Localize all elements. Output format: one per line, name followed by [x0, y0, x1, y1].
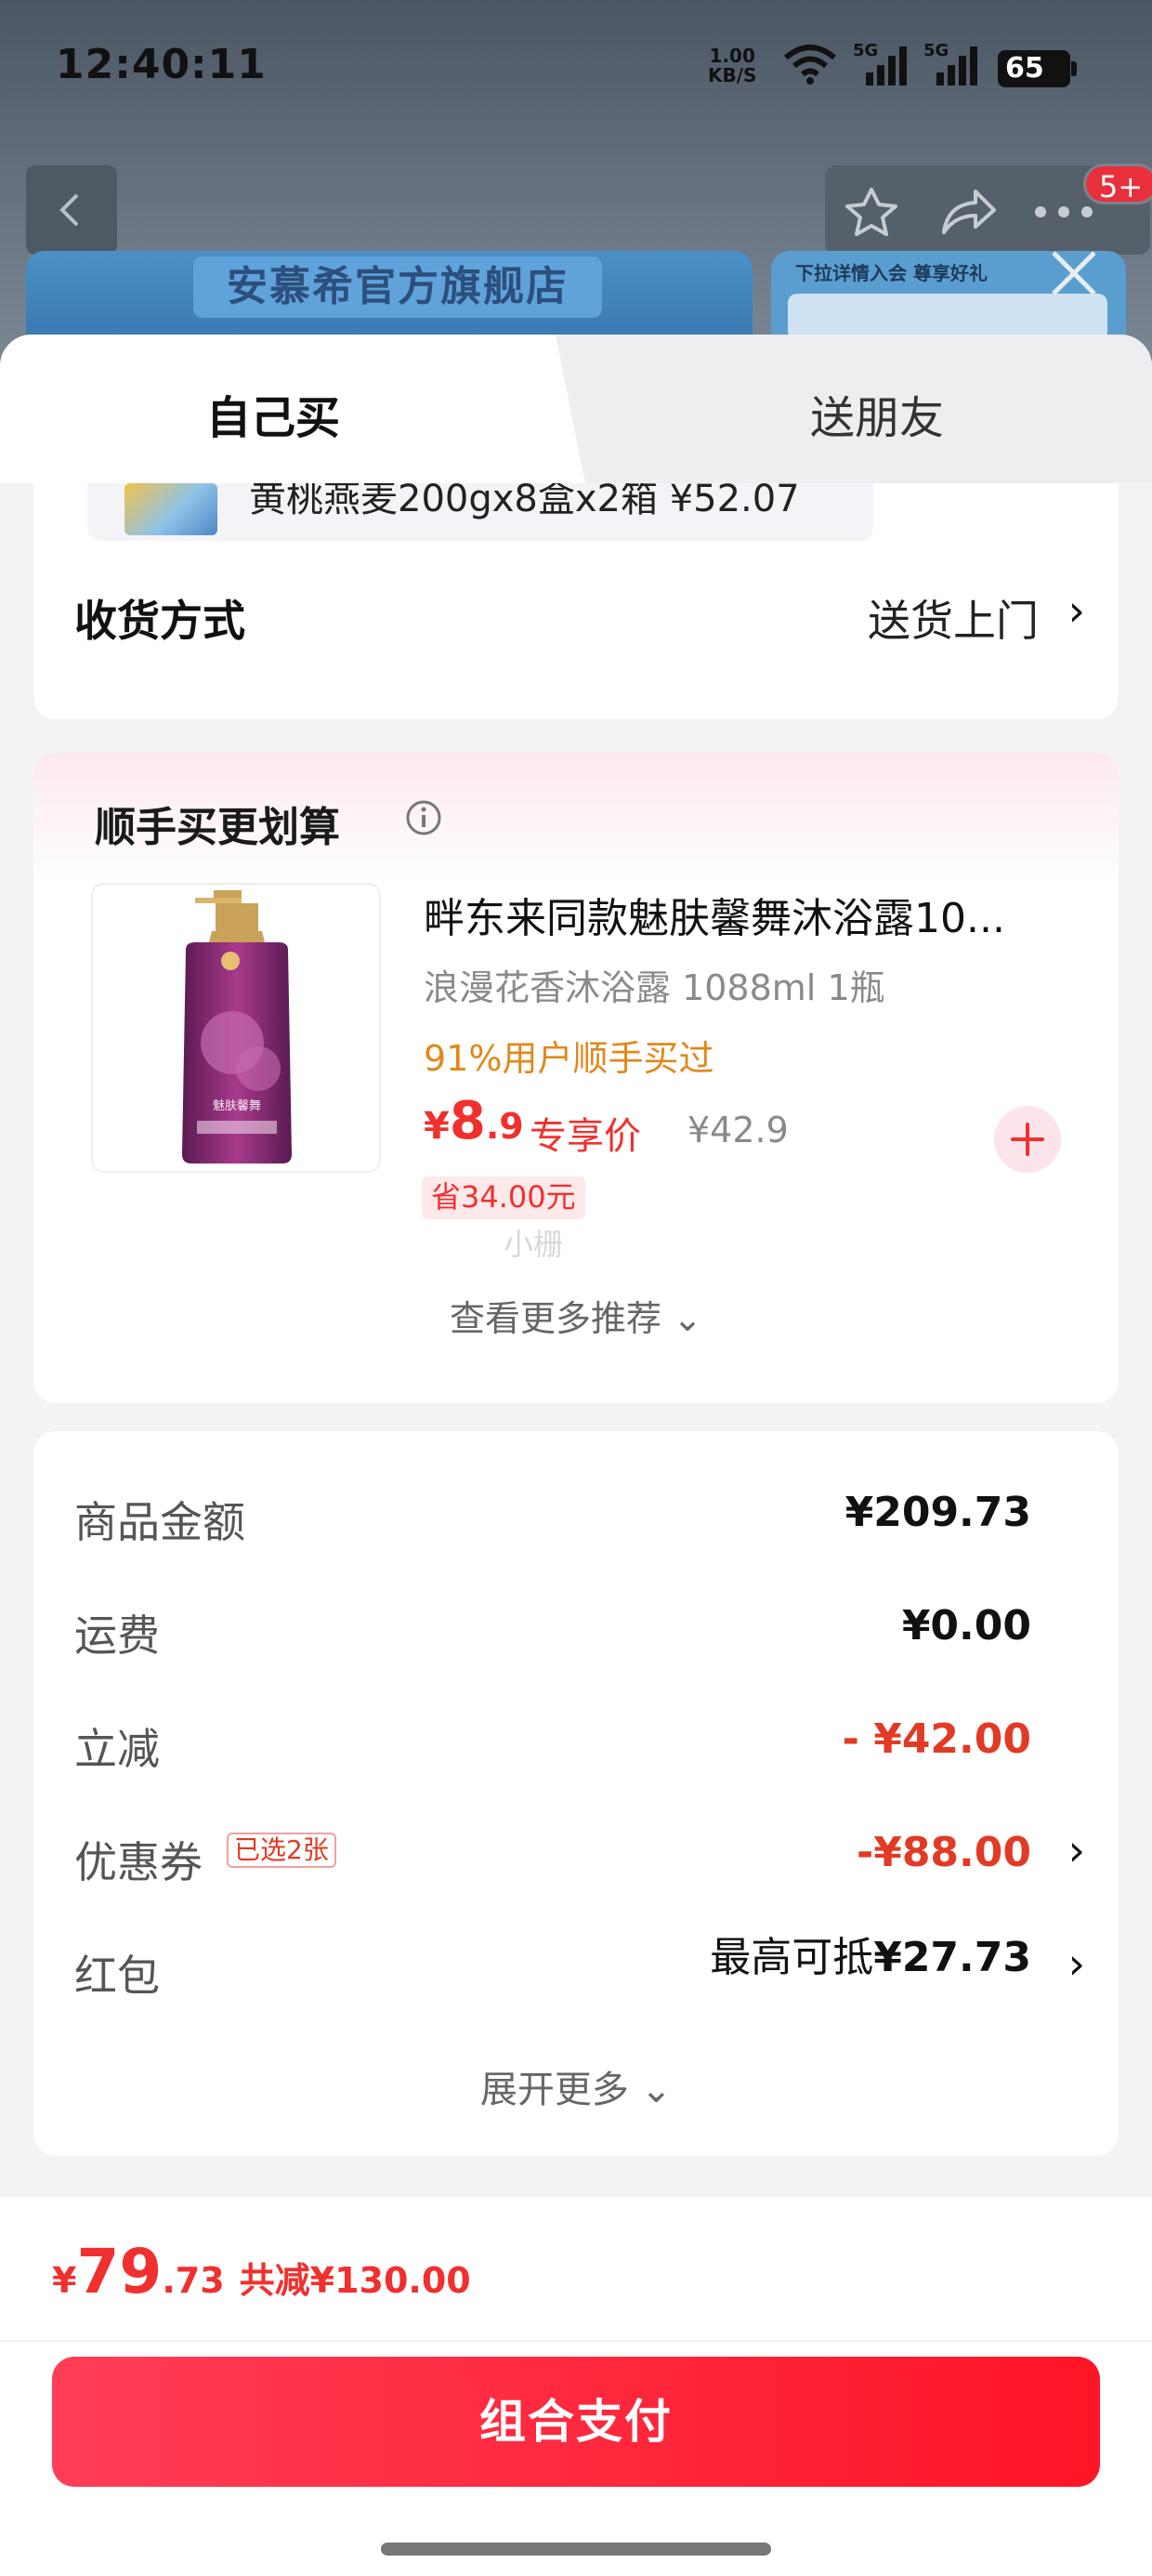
- chevron-down-icon: ⌄: [628, 2069, 673, 2111]
- addon-title: 顺手买更划算: [95, 804, 340, 851]
- battery-icon: 65: [998, 50, 1077, 87]
- share-icon[interactable]: [938, 186, 998, 238]
- shipping-label: 运费: [74, 1610, 160, 1661]
- instant-discount-label: 立减: [74, 1724, 160, 1774]
- addon-card: 顺手买更划算 魅肤馨舞 畔东来同款魅肤馨舞沐浴露10... 浪漫花香沐浴露 10…: [33, 753, 1119, 1403]
- red-packet-label: 红包: [74, 1951, 160, 2001]
- product-image[interactable]: 魅肤馨舞: [91, 883, 381, 1173]
- product-title[interactable]: 畔东来同款魅肤馨舞沐浴露10...: [424, 885, 1005, 944]
- wifi-icon: [784, 45, 836, 85]
- add-item-button[interactable]: [994, 1106, 1061, 1173]
- signal-5g-icon: 5G: [853, 41, 912, 87]
- savings-badge: 省34.00元: [422, 1176, 585, 1219]
- chevron-right-icon[interactable]: ›: [1068, 1825, 1085, 1875]
- home-indicator[interactable]: [381, 2543, 771, 2556]
- info-icon[interactable]: [405, 799, 442, 836]
- chevron-right-icon[interactable]: ›: [1068, 1939, 1085, 1989]
- status-time: 12:40:11: [56, 41, 267, 88]
- buyers-stat: 91%用户顺手买过: [424, 1038, 714, 1079]
- bodywash-bottle-image: 魅肤馨舞: [182, 890, 292, 1163]
- red-packet-value[interactable]: 最高可抵¥27.73: [710, 1924, 1031, 1983]
- delivery-method[interactable]: 送货上门: [868, 587, 1039, 649]
- total-discount: 共减¥130.00: [239, 2260, 471, 2301]
- gift-item: 黄桃燕麦200gx8盒x2箱 ¥52.07: [87, 483, 873, 541]
- item-total-label: 商品金额: [74, 1497, 245, 1547]
- product-subtitle: 浪漫花香沐浴露 1088ml 1瓶: [424, 967, 885, 1008]
- status-bar: 12:40:11 1.00 KB/S 5G 5G 65: [0, 0, 1152, 139]
- delivery-label: 收货方式: [74, 596, 245, 646]
- more-badge: 5+: [1083, 164, 1152, 204]
- store-banner: 安慕希官方旗舰店: [26, 251, 753, 344]
- tab-send-to-friend[interactable]: 送朋友: [810, 381, 944, 446]
- shipping-value: ¥0.00: [901, 1602, 1031, 1649]
- original-price: ¥42.9: [687, 1110, 789, 1150]
- close-icon[interactable]: [1044, 243, 1104, 303]
- combined-pay-button[interactable]: 组合支付: [52, 2357, 1100, 2487]
- chevron-right-icon[interactable]: ›: [1068, 585, 1085, 636]
- chevron-down-icon: ⌄: [661, 1298, 702, 1339]
- more-recommendations-link[interactable]: 查看更多推荐 ⌄: [33, 1290, 1119, 1341]
- signal-5g-icon: 5G: [923, 41, 983, 87]
- order-total: ¥79.73 共减¥130.00: [52, 2236, 471, 2307]
- instant-discount-value: - ¥42.00: [842, 1715, 1031, 1763]
- star-icon[interactable]: [842, 186, 901, 238]
- item-total-value: ¥209.73: [844, 1489, 1031, 1536]
- net-speed: 1.00 KB/S: [708, 45, 757, 86]
- exclusive-price-label: 专享价: [530, 1115, 641, 1158]
- exclusive-price: ¥8.9: [424, 1091, 524, 1151]
- back-button[interactable]: [26, 165, 117, 255]
- price-summary-card: 商品金额 ¥209.73 运费 ¥0.00 立减 - ¥42.00 优惠券 已选…: [33, 1431, 1119, 2156]
- delivery-card: 黄桃燕麦200gx8盒x2箱 ¥52.07 收货方式 送货上门 ›: [33, 483, 1119, 719]
- svg-text:魅肤馨舞: 魅肤馨舞: [213, 1098, 261, 1113]
- coupon-label[interactable]: 优惠券: [74, 1829, 203, 1890]
- watermark: 小栅: [504, 1227, 564, 1262]
- coupon-value[interactable]: -¥88.00: [857, 1829, 1031, 1876]
- tab-buy-for-self[interactable]: 自己买: [206, 381, 340, 446]
- purchase-tabs: 自己买 送朋友: [0, 335, 1152, 483]
- coupon-count-badge: 已选2张: [227, 1833, 336, 1868]
- checkout-bar: ¥79.73 共减¥130.00 组合支付: [0, 2197, 1152, 2576]
- expand-more-link[interactable]: 展开更多 ⌄: [33, 2059, 1119, 2113]
- store-banner-title: 安慕希官方旗舰店: [193, 256, 602, 318]
- gift-thumbnail: [124, 483, 217, 535]
- back-icon: [59, 193, 79, 227]
- gift-item-text: 黄桃燕麦200gx8盒x2箱 ¥52.07: [249, 483, 800, 520]
